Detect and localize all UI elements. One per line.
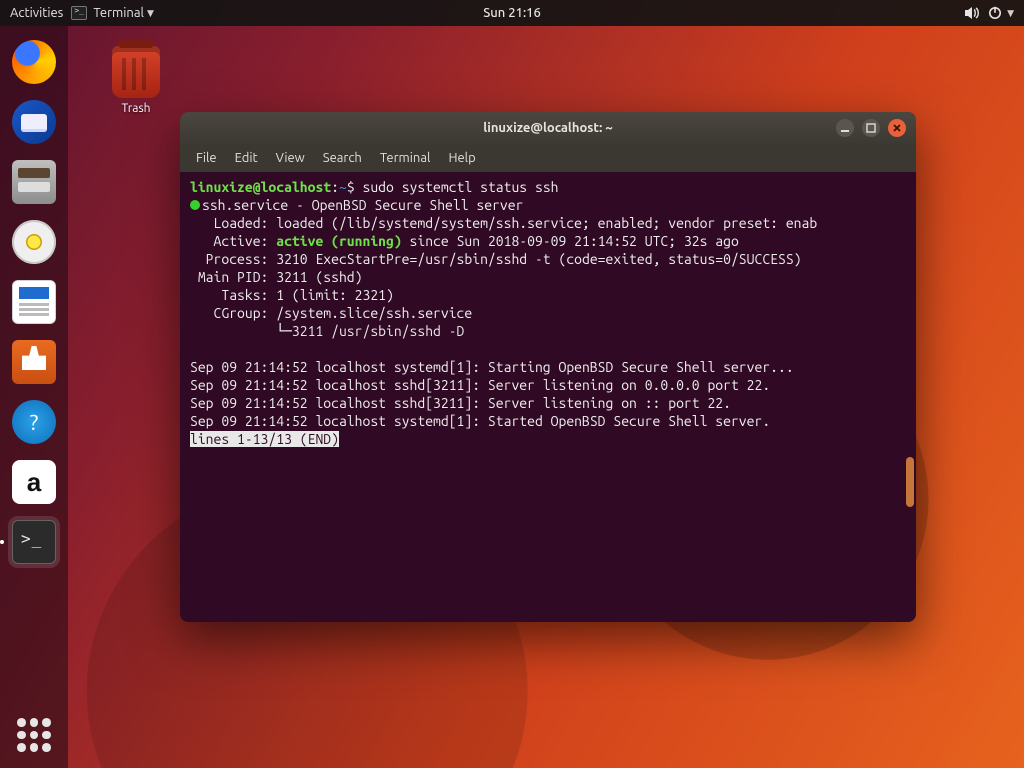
system-menu-chevron-icon[interactable]: ▼ bbox=[1007, 8, 1014, 19]
dock-files[interactable] bbox=[8, 156, 60, 208]
menu-help[interactable]: Help bbox=[440, 148, 483, 168]
window-close-button[interactable] bbox=[888, 119, 906, 137]
active-app-indicator[interactable]: Terminal ▼ bbox=[71, 6, 154, 20]
menu-terminal[interactable]: Terminal bbox=[372, 148, 439, 168]
activities-button[interactable]: Activities bbox=[10, 6, 63, 20]
out-log-3: Sep 09 21:14:52 localhost sshd[3211]: Se… bbox=[190, 395, 731, 411]
out-mainpid: Main PID: 3211 (sshd) bbox=[190, 269, 362, 285]
rhythmbox-icon bbox=[12, 220, 56, 264]
dock-firefox[interactable] bbox=[8, 36, 60, 88]
out-cgroup-child: └─3211 /usr/sbin/sshd -D bbox=[190, 323, 464, 339]
out-service: ssh.service - OpenBSD Secure Shell serve… bbox=[202, 197, 523, 213]
out-process: Process: 3210 ExecStartPre=/usr/sbin/ssh… bbox=[190, 251, 802, 267]
terminal-icon bbox=[71, 6, 87, 20]
show-applications-button[interactable] bbox=[17, 718, 51, 752]
terminal-app-icon bbox=[12, 520, 56, 564]
amazon-icon: a bbox=[12, 460, 56, 504]
power-icon[interactable] bbox=[988, 6, 1002, 20]
menu-edit[interactable]: Edit bbox=[227, 148, 266, 168]
window-titlebar[interactable]: linuxize@localhost: ~ bbox=[180, 112, 916, 144]
terminal-menubar: File Edit View Search Terminal Help bbox=[180, 144, 916, 172]
clock[interactable]: Sun 21:16 bbox=[483, 6, 541, 20]
window-maximize-button[interactable] bbox=[862, 119, 880, 137]
terminal-viewport[interactable]: linuxize@localhost:~$ sudo systemctl sta… bbox=[180, 172, 916, 622]
ubuntu-software-icon bbox=[12, 340, 56, 384]
out-active-rest: since Sun 2018-09-09 21:14:52 UTC; 32s a… bbox=[402, 233, 739, 249]
chevron-down-icon: ▼ bbox=[147, 8, 154, 19]
prompt-user: linuxize@localhost bbox=[190, 179, 331, 195]
dock-thunderbird[interactable] bbox=[8, 96, 60, 148]
out-log-2: Sep 09 21:14:52 localhost sshd[3211]: Se… bbox=[190, 377, 770, 393]
prompt-sep: : bbox=[331, 179, 339, 195]
dock-rhythmbox[interactable] bbox=[8, 216, 60, 268]
dock-amazon[interactable]: a bbox=[8, 456, 60, 508]
out-active-value: active (running) bbox=[276, 233, 401, 249]
active-app-name: Terminal bbox=[93, 6, 144, 20]
dock-writer[interactable] bbox=[8, 276, 60, 328]
out-tasks: Tasks: 1 (limit: 2321) bbox=[190, 287, 394, 303]
menu-search[interactable]: Search bbox=[315, 148, 370, 168]
dock-software[interactable] bbox=[8, 336, 60, 388]
volume-icon[interactable] bbox=[964, 6, 980, 20]
dock: ? a bbox=[0, 26, 68, 768]
libreoffice-writer-icon bbox=[12, 280, 56, 324]
out-loaded: Loaded: loaded (/lib/systemd/system/ssh.… bbox=[190, 215, 817, 231]
out-log-4: Sep 09 21:14:52 localhost systemd[1]: St… bbox=[190, 413, 770, 429]
entered-command: sudo systemctl status ssh bbox=[363, 179, 559, 195]
dock-terminal[interactable] bbox=[8, 516, 60, 568]
window-minimize-button[interactable] bbox=[836, 119, 854, 137]
top-bar: Activities Terminal ▼ Sun 21:16 ▼ bbox=[0, 0, 1024, 26]
menu-file[interactable]: File bbox=[188, 148, 225, 168]
files-icon bbox=[12, 160, 56, 204]
help-icon: ? bbox=[12, 400, 56, 444]
desktop-trash[interactable]: Trash bbox=[96, 46, 176, 115]
prompt-symbol: $ bbox=[347, 179, 355, 195]
firefox-icon bbox=[12, 40, 56, 84]
window-title: linuxize@localhost: ~ bbox=[483, 121, 612, 135]
menu-view[interactable]: View bbox=[268, 148, 313, 168]
pager-status: lines 1-13/13 (END) bbox=[190, 431, 339, 447]
terminal-scrollbar-thumb[interactable] bbox=[906, 457, 914, 507]
status-dot-icon bbox=[190, 200, 200, 210]
dock-help[interactable]: ? bbox=[8, 396, 60, 448]
out-active-label: Active: bbox=[190, 233, 276, 249]
trash-icon bbox=[112, 46, 160, 98]
prompt-path: ~ bbox=[339, 179, 347, 195]
out-cgroup: CGroup: /system.slice/ssh.service bbox=[190, 305, 472, 321]
thunderbird-icon bbox=[12, 100, 56, 144]
out-log-1: Sep 09 21:14:52 localhost systemd[1]: St… bbox=[190, 359, 794, 375]
terminal-window: linuxize@localhost: ~ File Edit View Sea… bbox=[180, 112, 916, 622]
trash-label: Trash bbox=[96, 102, 176, 115]
